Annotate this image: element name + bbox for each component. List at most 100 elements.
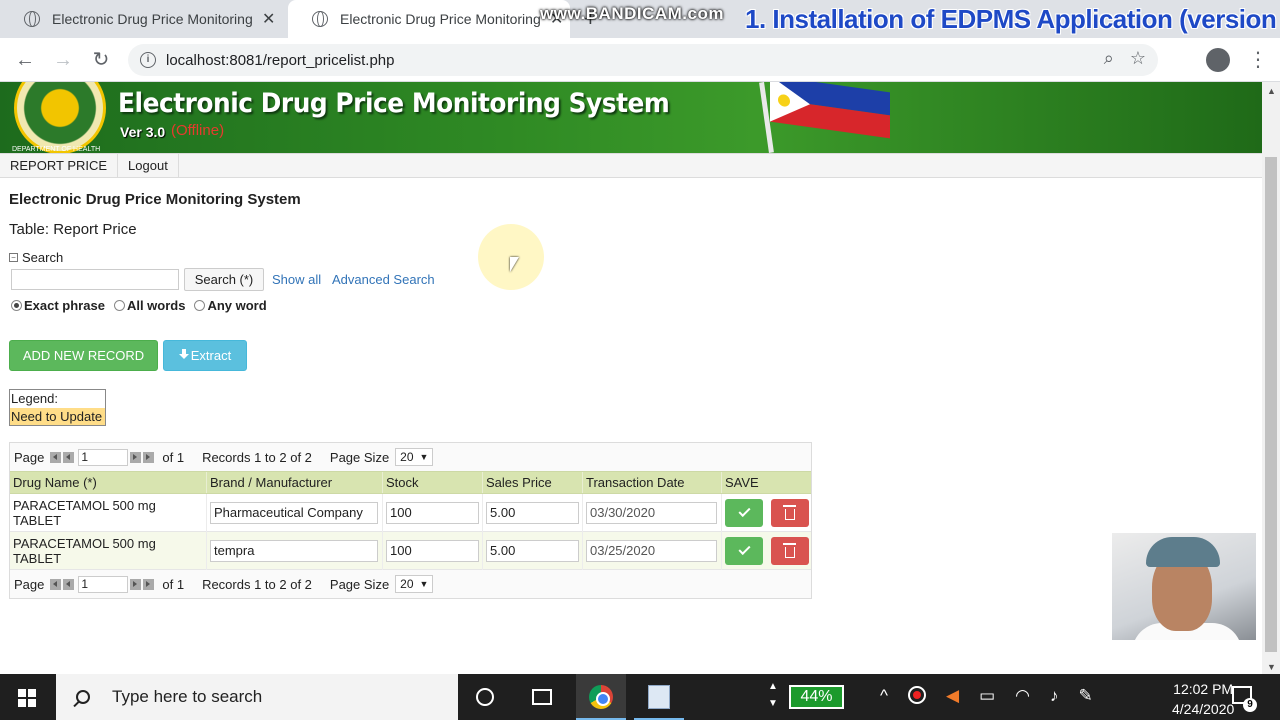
collapse-icon[interactable]: − [9,253,18,262]
scroll-up-icon[interactable]: ▲ [1267,86,1276,96]
pager-top: Page 1 of 1 Records 1 to 2 of 2 Page Siz… [10,443,811,471]
delete-row-button[interactable] [771,498,809,527]
page-scrollbar[interactable]: ▲ ▼ [1262,82,1280,674]
battery-widget[interactable]: 44% [789,685,844,709]
nav-report-price[interactable]: REPORT PRICE [0,154,119,177]
system-clock[interactable]: 12:02 PM 4/24/2020 [1172,679,1234,719]
prev-page-icon[interactable] [63,451,75,463]
speaker-alert-icon[interactable]: ◀ [946,686,959,706]
search-button[interactable]: Search (*) [184,268,264,291]
system-tray: ^ ◀ ▭ ◠ ♪ ✎ [880,686,1093,706]
date-input[interactable]: 03/30/2020 [586,501,717,524]
last-page-icon[interactable] [143,451,155,463]
doh-seal-logo [14,82,106,153]
next-page-icon[interactable] [130,451,142,463]
task-view-icon[interactable] [532,689,552,705]
table-caption: Table: Report Price [9,221,137,238]
report-price-grid: Page 1 of 1 Records 1 to 2 of 2 Page Siz… [9,442,812,599]
col-drug-name[interactable]: Drug Name (*) [10,472,207,493]
forward-arrow-icon[interactable]: → [50,47,76,73]
radio-exact-phrase[interactable]: Exact phrase [11,298,105,313]
close-icon[interactable]: ✕ [262,9,275,29]
seal-text: DEPARTMENT OF HEALTH [12,146,101,153]
tab-title: Electronic Drug Price Monitoring [52,11,252,27]
scrollbar-thumb[interactable] [1265,157,1277,652]
search-toggle[interactable]: − Search [9,250,63,265]
banner-version: Ver 3.0 [120,124,166,140]
nav-logout[interactable]: Logout [118,154,179,177]
add-new-record-button[interactable]: ADD NEW RECORD [9,340,158,371]
app-taskbar-icon[interactable] [634,674,684,720]
webcam-overlay [1112,533,1256,640]
brand-input[interactable]: tempra [210,539,378,562]
browser-tabstrip: Electronic Drug Price Monitoring ✕ Elect… [0,0,1280,38]
last-page-icon[interactable] [143,578,155,590]
reload-icon[interactable]: ↻ [88,47,114,73]
taskbar-search-box[interactable]: Type here to search [56,674,458,720]
radio-button[interactable] [11,300,22,311]
windows-start-icon[interactable] [18,689,36,707]
chevron-up-icon[interactable]: ^ [880,686,888,706]
download-icon [178,349,189,360]
first-page-icon[interactable] [50,578,62,590]
radio-all-words[interactable]: All words [113,298,185,313]
back-arrow-icon[interactable]: ← [12,47,38,73]
battery-icon[interactable]: ▭ [979,686,995,706]
stock-input[interactable]: 100 [386,539,479,562]
radio-button[interactable] [194,300,206,311]
show-all-link[interactable]: Show all [272,272,321,287]
page-number-input[interactable]: 1 [78,575,129,593]
price-input[interactable]: 5.00 [486,501,579,524]
pager-bottom: Page 1 of 1 Records 1 to 2 of 2 Page Siz… [10,570,811,598]
profile-icon[interactable] [1206,48,1230,72]
extract-button[interactable]: Extract [163,340,247,371]
volume-icon[interactable]: ♪ [1050,686,1059,706]
page-size-label: Page Size [329,576,390,592]
price-input[interactable]: 5.00 [486,539,579,562]
save-row-button[interactable] [725,498,763,527]
brand-input[interactable]: Pharmaceutical Company [210,501,378,524]
prev-page-icon[interactable] [63,578,75,590]
banner-title: Electronic Drug Price Monitoring System [118,88,670,119]
pager-of: of 1 [162,576,185,592]
browser-tab-2[interactable]: Electronic Drug Price Monitoring ✕ [288,0,570,38]
info-icon[interactable]: i [140,52,156,68]
save-row-button[interactable] [725,536,763,565]
radio-button[interactable] [113,300,125,311]
wifi-icon[interactable]: ◠ [1015,686,1030,706]
advanced-search-link[interactable]: Advanced Search [332,272,435,287]
pager-of: of 1 [162,449,185,465]
search-icon [76,690,90,704]
first-page-icon[interactable] [50,451,62,463]
record-icon[interactable] [907,686,926,704]
search-input[interactable] [11,269,179,290]
stock-input[interactable]: 100 [386,501,479,524]
cortana-icon[interactable] [476,688,494,706]
radio-any-word[interactable]: Any word [194,298,267,313]
delete-row-button[interactable] [771,536,809,565]
pager-page-label: Page [14,576,45,592]
address-bar[interactable]: i localhost:8081/report_pricelist.php ⌕ … [128,44,1158,76]
star-icon[interactable]: ☆ [1130,48,1146,69]
col-brand: Brand / Manufacturer [207,472,383,493]
tray-overflow-arrows-icon[interactable]: ▲ ▼ [768,678,778,712]
legend-box: Legend: Need to Update [9,389,106,426]
table-row: PARACETAMOL 500 mg TABLET tempra 100 5.0… [10,531,811,570]
page-number-input[interactable]: 1 [78,448,129,466]
chrome-taskbar-icon[interactable] [576,674,626,720]
date-input[interactable]: 03/25/2020 [586,539,717,562]
banner-status: (Offline) [171,122,225,139]
main-navbar: REPORT PRICE Logout [0,153,1262,178]
pen-icon[interactable]: ✎ [1078,686,1092,706]
page-size-select[interactable]: 20 ▼ [395,575,434,593]
zoom-icon[interactable]: ⌕ [1104,48,1114,69]
browser-tab-1[interactable]: Electronic Drug Price Monitoring ✕ [0,0,288,38]
next-page-icon[interactable] [130,578,142,590]
page-size-select[interactable]: 20 ▼ [395,448,434,466]
url-text[interactable]: localhost:8081/report_pricelist.php [166,52,394,69]
kebab-menu-icon[interactable]: ⋮ [1248,47,1268,72]
page-size-label: Page Size [329,449,390,465]
pager-records: Records 1 to 2 of 2 [202,576,312,592]
scroll-down-icon[interactable]: ▼ [1267,662,1276,672]
extract-label: Extract [190,348,232,363]
